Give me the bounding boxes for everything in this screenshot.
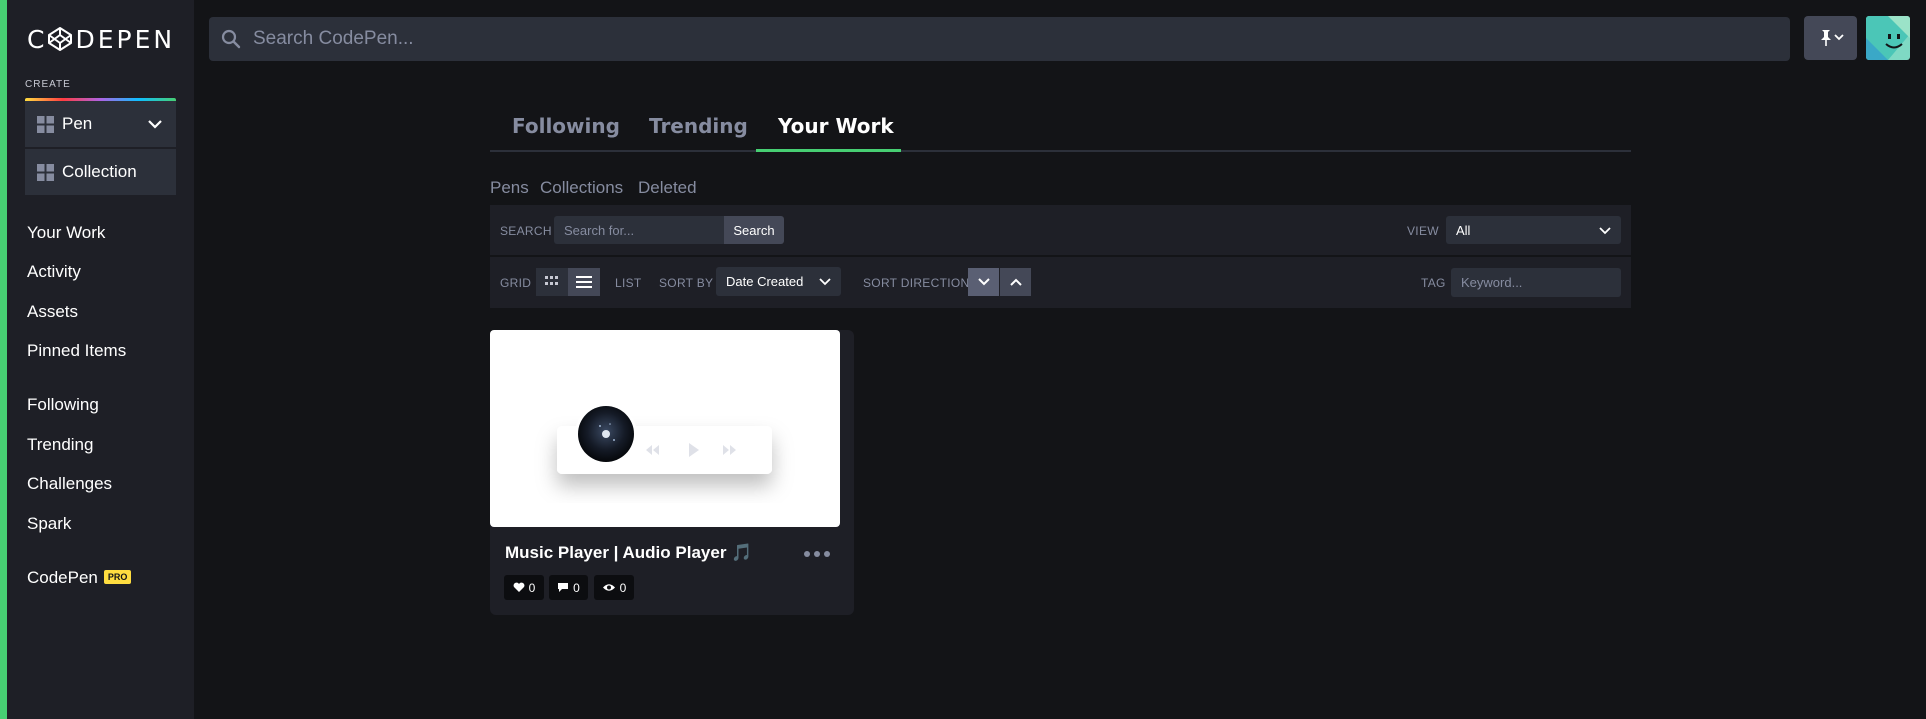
collection-grid-icon: [37, 163, 54, 181]
comments-count: 0: [573, 580, 580, 595]
create-collection-button[interactable]: Collection: [25, 149, 176, 195]
sidebar-item-challenges[interactable]: Challenges: [27, 474, 112, 494]
sidebar-item-spark[interactable]: Spark: [27, 514, 71, 534]
active-tab-indicator: [756, 149, 901, 152]
chevron-down-icon: [1599, 227, 1611, 235]
tab-divider: [490, 150, 1631, 152]
view-label: VIEW: [1407, 224, 1439, 238]
list-view-button[interactable]: [568, 268, 600, 296]
grid-view-button[interactable]: [536, 268, 568, 296]
create-pen-label: Pen: [62, 114, 93, 133]
music-player-preview-image: [557, 403, 772, 474]
pin-icon: [1820, 30, 1844, 46]
sidebar-item-assets[interactable]: Assets: [27, 302, 78, 322]
create-pen-button[interactable]: Pen: [25, 101, 176, 147]
codepen-pro-label: CodePen: [27, 568, 98, 587]
create-label: CREATE: [25, 79, 71, 90]
pen-search-input[interactable]: [554, 216, 724, 244]
chevron-down-icon[interactable]: [148, 119, 162, 129]
sidebar-item-codepen-pro[interactable]: CodePen PRO: [27, 568, 132, 588]
pen-title[interactable]: Music Player | Audio Player 🎵: [505, 543, 752, 563]
logo-text: DEPEN: [75, 24, 176, 54]
search-button[interactable]: Search: [724, 216, 784, 244]
pro-badge: PRO: [103, 570, 132, 584]
sort-filter-row: GRID LIST SORT BY Date Created SORT DIRE…: [490, 257, 1631, 308]
subtab-collections[interactable]: Collections: [540, 178, 623, 198]
sidebar-item-pinned-items[interactable]: Pinned Items: [27, 341, 126, 361]
subtab-pens[interactable]: Pens: [490, 178, 529, 198]
tag-input[interactable]: [1451, 268, 1621, 297]
user-avatar[interactable]: [1866, 16, 1910, 60]
more-options-icon[interactable]: [803, 550, 831, 558]
create-collection-label: Collection: [62, 162, 137, 181]
pen-preview-thumbnail[interactable]: [490, 330, 840, 527]
pinned-items-button[interactable]: [1804, 16, 1857, 60]
sidebar-item-activity[interactable]: Activity: [27, 262, 81, 282]
pen-card[interactable]: Music Player | Audio Player 🎵 0 0 0: [490, 330, 854, 615]
music-note-icon: 🎵: [731, 543, 753, 562]
global-search-input[interactable]: [253, 28, 1653, 50]
grid-label: GRID: [500, 276, 532, 290]
comment-icon: [558, 583, 569, 592]
view-select[interactable]: All: [1446, 216, 1621, 244]
chevron-down-icon: [977, 278, 990, 286]
sidebar: C DEPEN CREATE Pen Collection Your Work …: [7, 0, 194, 719]
sidebar-item-trending[interactable]: Trending: [27, 435, 93, 455]
left-accent-bar: [0, 0, 7, 719]
pen-grid-icon: [37, 115, 54, 133]
list-label: LIST: [615, 276, 642, 290]
sort-direction-label: SORT DIRECTION: [863, 276, 970, 290]
grid-view-icon: [545, 276, 558, 285]
likes-count: 0: [528, 580, 536, 595]
global-search-bar[interactable]: [209, 17, 1790, 61]
codepen-cube-icon: [48, 27, 73, 51]
search-icon: [221, 29, 241, 49]
sort-by-select[interactable]: Date Created: [716, 267, 841, 296]
sidebar-item-following[interactable]: Following: [27, 395, 99, 415]
heart-icon: [513, 582, 525, 592]
views-count: 0: [619, 580, 627, 595]
codepen-logo[interactable]: C DEPEN: [27, 24, 175, 54]
pen-title-text: Music Player | Audio Player: [505, 543, 727, 562]
sort-by-value: Date Created: [726, 274, 804, 289]
eye-icon: [602, 584, 615, 591]
likes-stat[interactable]: 0: [504, 575, 544, 600]
tab-trending[interactable]: Trending: [649, 114, 748, 138]
create-menu: Pen Collection: [25, 98, 176, 196]
avatar-face-icon: [1866, 16, 1910, 60]
subtab-deleted[interactable]: Deleted: [638, 178, 697, 198]
search-label: SEARCH: [500, 224, 552, 238]
sort-descending-button[interactable]: [968, 268, 999, 296]
sort-by-label: SORT BY: [659, 276, 714, 290]
view-select-value: All: [1456, 222, 1471, 238]
comments-stat[interactable]: 0: [549, 575, 588, 600]
chevron-up-icon: [1009, 278, 1022, 286]
tab-following[interactable]: Following: [512, 114, 620, 138]
search-filter-row: SEARCH Search VIEW All: [490, 205, 1631, 255]
sidebar-item-your-work[interactable]: Your Work: [27, 223, 105, 243]
views-stat[interactable]: 0: [594, 575, 634, 600]
sort-ascending-button[interactable]: [1000, 268, 1031, 296]
tab-your-work[interactable]: Your Work: [778, 114, 894, 138]
tag-label: TAG: [1421, 276, 1446, 290]
chevron-down-icon: [819, 278, 831, 286]
list-view-icon: [576, 276, 592, 288]
